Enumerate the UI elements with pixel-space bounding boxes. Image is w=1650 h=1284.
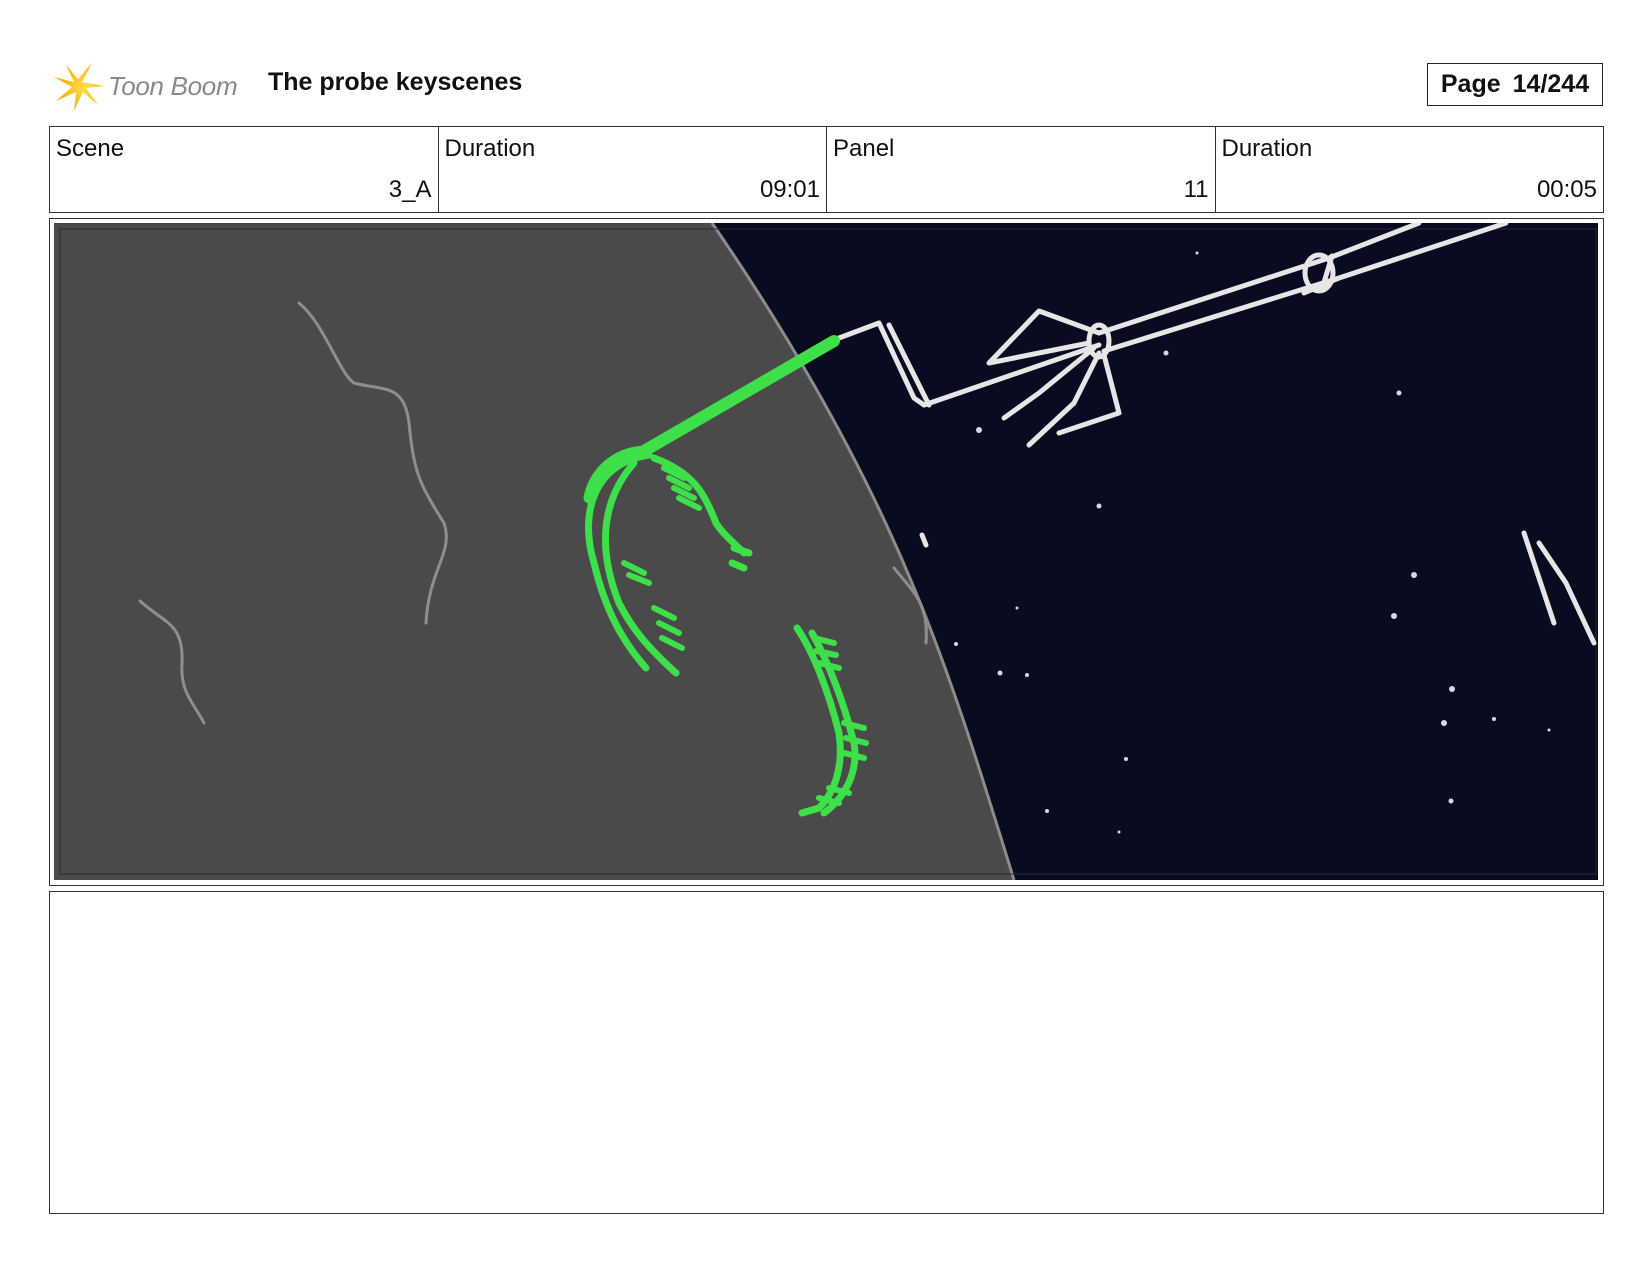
panel-duration-value: 00:05	[1536, 176, 1597, 203]
panel-duration-label: Duration	[1221, 135, 1313, 162]
page-label: Page	[1440, 70, 1501, 98]
panel-duration-cell: Duration 00:05	[1216, 127, 1604, 212]
scene-value: 3_A	[388, 176, 432, 203]
scene-duration-value: 09:01	[759, 176, 820, 203]
scene-cell: Scene 3_A	[50, 127, 439, 212]
scene-duration-label: Duration	[444, 135, 536, 162]
starburst-icon	[54, 63, 104, 111]
storyboard-panel	[49, 218, 1604, 886]
document-title: The probe keyscenes	[268, 68, 523, 96]
logo-text: Toon Boom	[108, 70, 238, 101]
panel-notes-box	[49, 891, 1604, 1214]
page-number: 14/244	[1512, 70, 1590, 98]
scene-label: Scene	[56, 135, 125, 162]
panel-label: Panel	[833, 135, 895, 162]
panel-sketch-svg	[54, 223, 1598, 880]
scene-duration-cell: Duration 09:01	[439, 127, 827, 212]
scene-info-table: Scene 3_A Duration 09:01 Panel 11 Durati…	[49, 126, 1604, 213]
panel-value: 11	[1183, 176, 1209, 203]
panel-sketch-image	[54, 223, 1598, 880]
panel-cell: Panel 11	[827, 127, 1216, 212]
page-indicator: Page 14/244	[1427, 63, 1603, 106]
toon-boom-logo: Toon Boom	[52, 58, 238, 114]
